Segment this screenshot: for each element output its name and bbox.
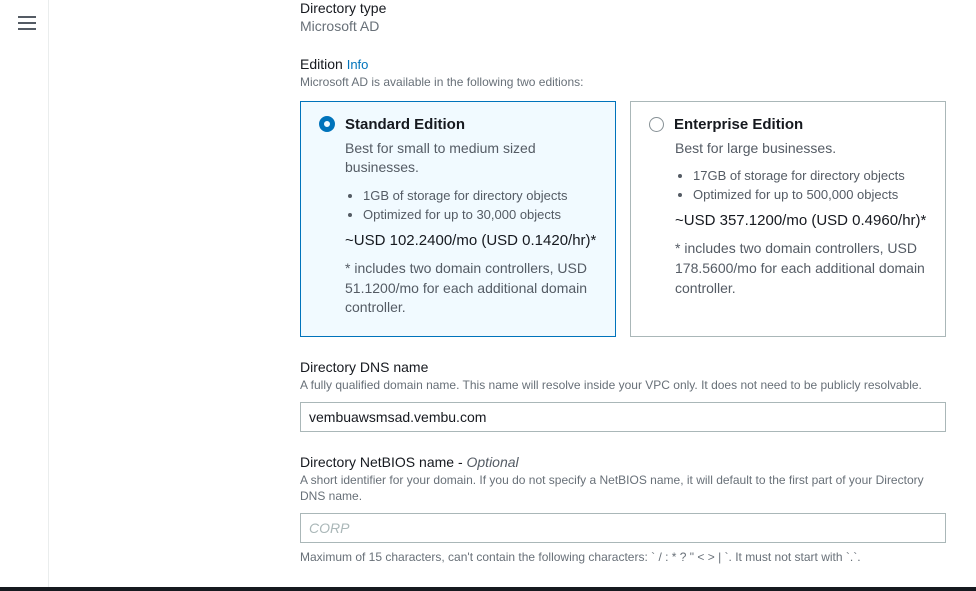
radio-unselected-icon: [649, 117, 664, 132]
edition-enterprise-title: Enterprise Edition: [674, 116, 803, 133]
edition-standard-desc: Best for small to medium sized businesse…: [345, 139, 597, 178]
edition-enterprise-bullet-2: Optimized for up to 500,000 objects: [693, 187, 927, 202]
edition-enterprise-price: ~USD 357.1200/mo (USD 0.4960/hr)*: [675, 212, 927, 229]
directory-type-value: Microsoft AD: [300, 18, 946, 34]
netbios-hint: Maximum of 15 characters, can't contain …: [300, 549, 946, 566]
edition-standard-price: ~USD 102.2400/mo (USD 0.1420/hr)*: [345, 232, 597, 249]
netbios-field: Directory NetBIOS name - Optional A shor…: [300, 454, 946, 566]
bottom-bar: [0, 587, 976, 591]
dns-name-field: Directory DNS name A fully qualified dom…: [300, 359, 946, 432]
edition-option-standard[interactable]: Standard Edition Best for small to mediu…: [300, 101, 616, 337]
edition-section: Edition Info Microsoft AD is available i…: [300, 56, 946, 337]
netbios-input[interactable]: [300, 513, 946, 543]
edition-standard-bullet-1: 1GB of storage for directory objects: [363, 188, 597, 203]
netbios-label: Directory NetBIOS name - Optional: [300, 454, 946, 470]
directory-type-field: Directory type Microsoft AD: [300, 0, 946, 34]
netbios-helper: A short identifier for your domain. If y…: [300, 472, 946, 506]
edition-standard-title: Standard Edition: [345, 116, 465, 133]
sidebar-divider: [48, 0, 49, 591]
menu-toggle-button[interactable]: [18, 16, 36, 30]
edition-enterprise-bullet-1: 17GB of storage for directory objects: [693, 168, 927, 183]
dns-helper: A fully qualified domain name. This name…: [300, 377, 946, 394]
edition-standard-note: * includes two domain controllers, USD 5…: [345, 259, 597, 318]
dns-input[interactable]: [300, 402, 946, 432]
edition-label: Edition Info: [300, 56, 946, 72]
radio-selected-icon: [319, 116, 335, 132]
directory-type-label: Directory type: [300, 0, 946, 16]
edition-option-enterprise[interactable]: Enterprise Edition Best for large busine…: [630, 101, 946, 337]
edition-enterprise-desc: Best for large businesses.: [675, 139, 927, 159]
edition-enterprise-note: * includes two domain controllers, USD 1…: [675, 239, 927, 298]
edition-helper: Microsoft AD is available in the followi…: [300, 74, 946, 91]
edition-standard-bullet-2: Optimized for up to 30,000 objects: [363, 207, 597, 222]
dns-label: Directory DNS name: [300, 359, 946, 375]
edition-info-link[interactable]: Info: [347, 57, 369, 72]
